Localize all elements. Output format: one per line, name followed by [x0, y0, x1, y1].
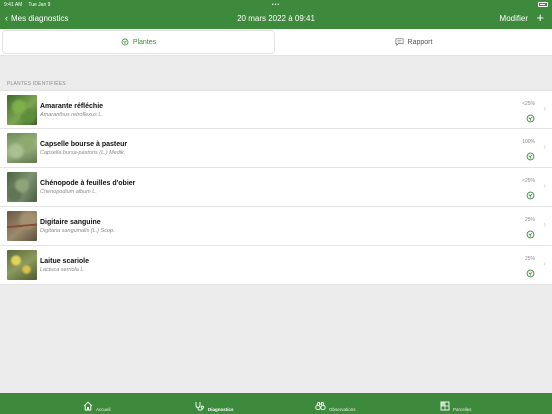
- navigation-bar: ‹ Mes diagnostics 20 mars 2022 à 09:41 M…: [0, 9, 552, 29]
- coverage-percent: <25%: [522, 178, 535, 184]
- plant-cycle-icon: [526, 187, 535, 205]
- page-title: 20 mars 2022 à 09:41: [237, 14, 315, 23]
- plant-thumbnail: [7, 250, 37, 280]
- plant-name: Capselle bourse à pasteur: [40, 141, 128, 148]
- plant-latin-name: Amaranthus retroflexus L.: [40, 112, 103, 118]
- comment-icon: [395, 38, 404, 46]
- chevron-right-icon: ›: [543, 181, 546, 190]
- plant-latin-name: Chenopodium album L.: [40, 189, 97, 195]
- segmented-control: Plantes Rapport: [0, 29, 552, 56]
- plant-cycle-icon: [526, 226, 535, 244]
- tabbar-item-diagnostics[interactable]: Diagnostics: [194, 398, 234, 414]
- tabbar-item-accueil[interactable]: Accueil: [83, 398, 111, 414]
- tabbar-label: Accueil: [96, 406, 111, 412]
- chevron-right-icon: ›: [543, 142, 546, 151]
- tab-rapport-label: Rapport: [407, 38, 433, 46]
- coverage-percent: 25%: [524, 256, 535, 262]
- tab-plantes[interactable]: Plantes: [2, 30, 275, 54]
- plant-latin-name: Digitaria sanguinalis (L.) Scop.: [40, 228, 115, 234]
- battery-icon: [538, 2, 548, 7]
- coverage-percent: <25%: [522, 101, 535, 107]
- section-header: PLANTES IDENTIFIÉES: [7, 81, 66, 87]
- plant-latin-name: Lactuca serriola L.: [40, 267, 85, 273]
- plant-cycle-icon: [526, 265, 535, 283]
- plant-name: Laitue scariole: [40, 258, 90, 265]
- back-label: Mes diagnostics: [11, 14, 69, 23]
- status-date: Tue Jan 9: [28, 1, 51, 8]
- plant-list: Amarante réfléchie Amaranthus retroflexu…: [0, 90, 552, 285]
- chevron-right-icon: ›: [543, 259, 546, 268]
- status-bar: 9:41 AM Tue Jan 9 •••: [0, 0, 552, 9]
- list-item[interactable]: Digitaire sanguine Digitaria sanguinalis…: [0, 207, 552, 246]
- chevron-right-icon: ›: [543, 104, 546, 113]
- stethoscope-icon: [194, 398, 205, 414]
- list-item[interactable]: Capselle bourse à pasteur Capsella bursa…: [0, 129, 552, 168]
- binoculars-icon: [315, 398, 326, 414]
- plant-name: Amarante réfléchie: [40, 103, 104, 110]
- tabbar-label: Parcelles: [453, 406, 472, 412]
- home-icon: [83, 398, 93, 414]
- plant-name: Digitaire sanguine: [40, 219, 101, 226]
- chevron-right-icon: ›: [543, 220, 546, 229]
- list-item[interactable]: Chénopode à feuilles d'obier Chenopodium…: [0, 168, 552, 207]
- plant-latin-name: Capsella bursa-pastoris (L.) Medik.: [40, 150, 126, 156]
- status-time: 9:41 AM: [4, 1, 23, 8]
- list-item[interactable]: Amarante réfléchie Amaranthus retroflexu…: [0, 90, 552, 129]
- add-button[interactable]: +: [536, 11, 544, 24]
- tabbar-item-parcelles[interactable]: Parcelles: [440, 398, 472, 414]
- tab-plantes-label: Plantes: [132, 38, 157, 46]
- list-item[interactable]: Laitue scariole Lactuca serriola L. 25% …: [0, 246, 552, 285]
- plant-name: Chénopode à feuilles d'obier: [40, 180, 136, 187]
- field-icon: [440, 398, 450, 414]
- tabbar-label: Observations: [329, 406, 356, 412]
- plant-thumbnail: [7, 133, 37, 163]
- chevron-left-icon: ‹: [5, 13, 8, 23]
- coverage-percent: 100%: [522, 139, 535, 145]
- bottom-tab-bar: Accueil Diagnostics Observations Parcell…: [0, 393, 552, 414]
- multitasking-dots[interactable]: •••: [272, 2, 280, 8]
- back-button[interactable]: ‹ Mes diagnostics: [5, 13, 69, 24]
- plant-thumbnail: [7, 211, 37, 241]
- plant-cycle-icon: [526, 148, 535, 166]
- plant-cycle-icon: [526, 110, 535, 128]
- plant-thumbnail: [7, 95, 37, 125]
- tabbar-label: Diagnostics: [208, 406, 234, 412]
- plant-cycle-icon: [121, 38, 129, 46]
- edit-button[interactable]: Modifier: [500, 14, 528, 23]
- tabbar-item-observations[interactable]: Observations: [315, 398, 356, 414]
- coverage-percent: 25%: [524, 217, 535, 223]
- plant-thumbnail: [7, 172, 37, 202]
- tab-rapport[interactable]: Rapport: [277, 30, 550, 54]
